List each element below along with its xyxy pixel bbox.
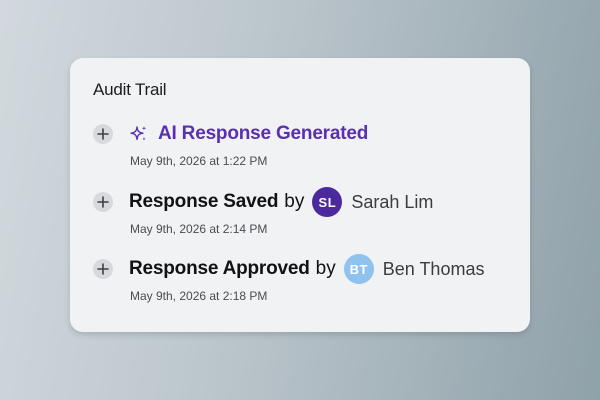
entry-action-label: Response Approved — [129, 258, 310, 279]
entry-action-label: Response Saved — [129, 191, 279, 212]
user-name: Sarah Lim — [351, 191, 434, 212]
entry-action-label: AI Response Generated — [158, 123, 369, 144]
expand-plus-icon[interactable] — [93, 259, 113, 279]
by-label: by — [284, 191, 305, 212]
audit-entry-ai-generated: AI Response Generated May 9th, 2026 at 1… — [93, 119, 523, 168]
avatar: BT — [343, 254, 374, 284]
user-name: Ben Thomas — [382, 258, 485, 279]
expand-plus-icon[interactable] — [93, 192, 113, 212]
entry-timestamp: May 9th, 2026 at 2:14 PM — [130, 222, 268, 236]
entry-timestamp: May 9th, 2026 at 1:22 PM — [130, 154, 268, 168]
audit-trail-card: Audit Trail AI Response Generated May 9t… — [70, 58, 530, 332]
audit-entry-response-saved: Response Saved by SL Sarah Lim May 9th, … — [93, 187, 523, 236]
sparkle-icon — [129, 124, 149, 144]
entry-timestamp: May 9th, 2026 at 2:18 PM — [130, 289, 268, 303]
avatar: SL — [312, 187, 343, 217]
by-label: by — [315, 258, 336, 279]
card-title: Audit Trail — [93, 80, 167, 99]
expand-plus-icon[interactable] — [93, 124, 113, 144]
audit-entry-response-approved: Response Approved by BT Ben Thomas May 9… — [93, 254, 523, 303]
